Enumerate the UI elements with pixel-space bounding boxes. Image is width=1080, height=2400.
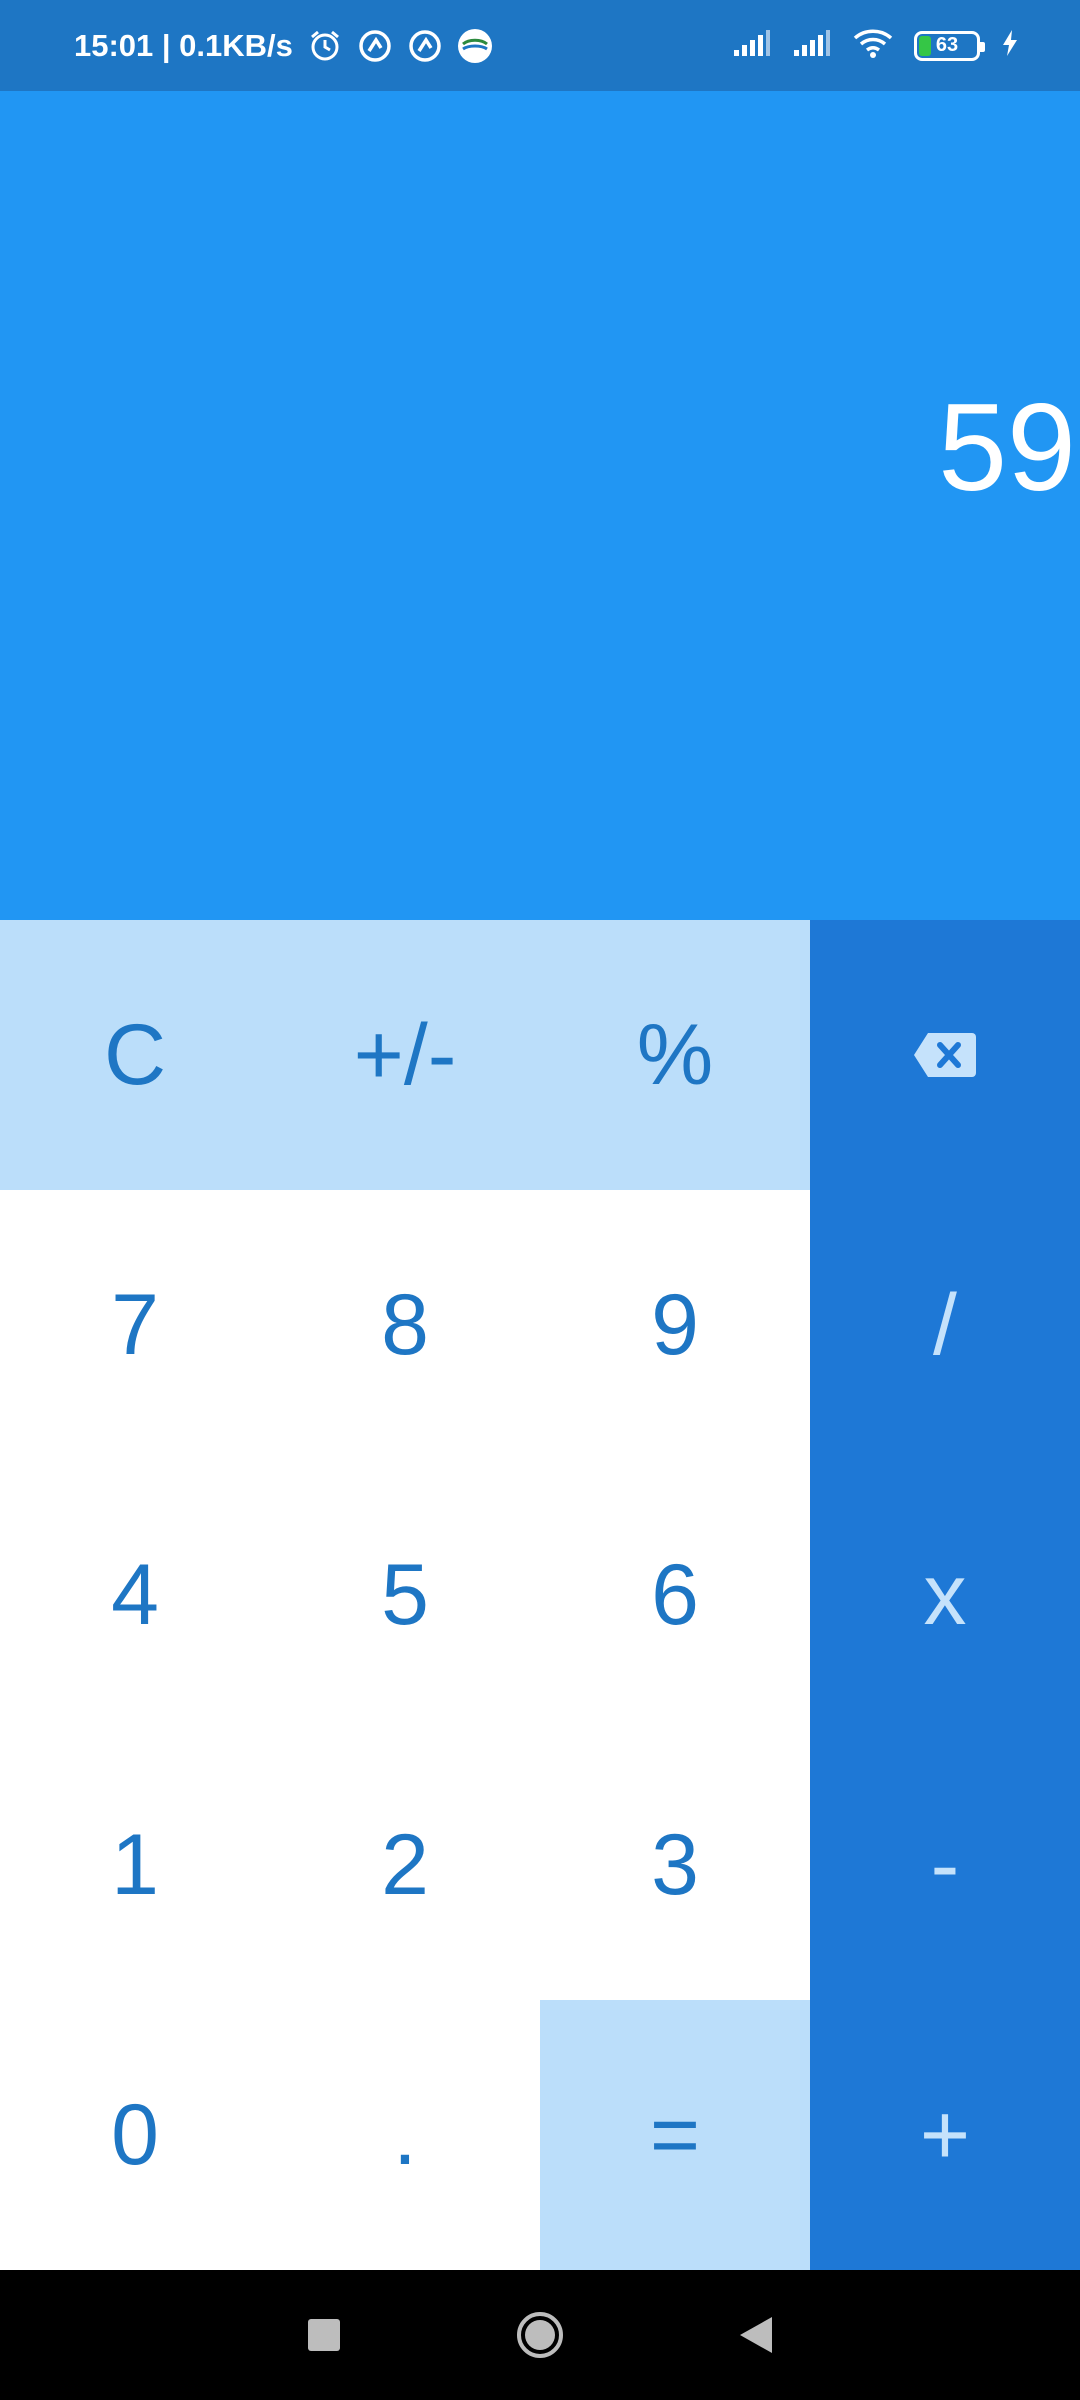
- circle-icon: [517, 2312, 563, 2358]
- display-value: 59: [938, 379, 1076, 517]
- status-right: 63: [732, 27, 1020, 64]
- status-bar: 15:01 | 0.1KB/s 63: [0, 0, 1080, 91]
- digit-0-button[interactable]: 0: [0, 2000, 270, 2270]
- calculator-display: 59: [0, 91, 1080, 920]
- back-button[interactable]: [728, 2307, 784, 2363]
- digit-4-button[interactable]: 4: [0, 1460, 270, 1730]
- digit-2-button[interactable]: 2: [270, 1730, 540, 2000]
- app-icon: [357, 28, 393, 64]
- digit-3-button[interactable]: 3: [540, 1730, 810, 2000]
- triangle-back-icon: [740, 2317, 772, 2353]
- navigation-bar: [0, 2270, 1080, 2400]
- recent-apps-button[interactable]: [296, 2307, 352, 2363]
- decimal-button[interactable]: .: [270, 2000, 540, 2270]
- digit-7-button[interactable]: 7: [0, 1190, 270, 1460]
- clear-button[interactable]: C: [0, 920, 270, 1190]
- plus-button[interactable]: +: [810, 2000, 1080, 2270]
- divide-button[interactable]: /: [810, 1190, 1080, 1460]
- sign-toggle-button[interactable]: +/-: [270, 920, 540, 1190]
- battery-level: 63: [935, 34, 959, 56]
- digit-9-button[interactable]: 9: [540, 1190, 810, 1460]
- signal-icon: [732, 28, 772, 63]
- status-time: 15:01 | 0.1KB/s: [74, 27, 293, 63]
- alarm-icon: [307, 28, 343, 64]
- app-icon: [407, 28, 443, 64]
- digit-1-button[interactable]: 1: [0, 1730, 270, 2000]
- home-button[interactable]: [512, 2307, 568, 2363]
- multiply-button[interactable]: x: [810, 1460, 1080, 1730]
- status-left: 15:01 | 0.1KB/s: [74, 28, 493, 64]
- backspace-icon: [914, 1033, 976, 1077]
- percent-button[interactable]: %: [540, 920, 810, 1190]
- digit-8-button[interactable]: 8: [270, 1190, 540, 1460]
- digit-6-button[interactable]: 6: [540, 1460, 810, 1730]
- keypad: C +/- % 7 8 9 / 4 5 6 x 1 2 3 - 0 . = +: [0, 920, 1080, 2270]
- charging-icon: [1000, 28, 1020, 63]
- backspace-button[interactable]: [810, 920, 1080, 1190]
- wifi-icon: [852, 27, 894, 64]
- bmkg-icon: [457, 28, 493, 64]
- digit-5-button[interactable]: 5: [270, 1460, 540, 1730]
- signal-icon: [792, 28, 832, 63]
- equals-button[interactable]: =: [540, 2000, 810, 2270]
- battery-icon: 63: [914, 30, 985, 61]
- minus-button[interactable]: -: [810, 1730, 1080, 2000]
- square-icon: [308, 2319, 340, 2351]
